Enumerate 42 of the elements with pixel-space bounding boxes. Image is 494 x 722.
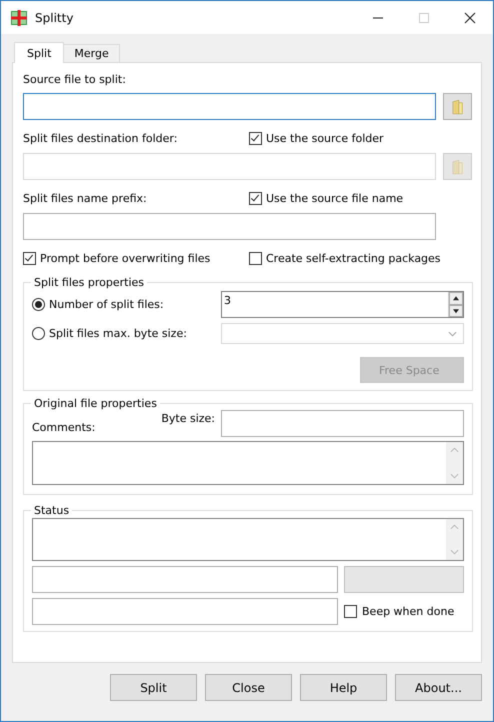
dialog-button[interactable]: Close [205,674,292,701]
field-label: Split files destination folder: [23,132,178,144]
checkbox[interactable]: Create self-extracting packages [249,252,441,264]
tab[interactable]: Split [14,42,64,63]
field-label: Source file to split: [23,73,127,86]
group-title: Original file properties [33,397,158,410]
comments-field[interactable] [32,441,464,485]
caret-down-icon[interactable] [450,549,459,555]
byte-size-dropdown[interactable] [221,323,464,344]
dialog-button[interactable]: Help [300,674,387,701]
status-field[interactable] [32,566,338,593]
group-title: Split files properties [33,276,145,289]
caret-up-icon[interactable] [450,524,459,530]
browse-button[interactable] [443,93,472,120]
radio-button[interactable]: Split files max. byte size: [32,327,187,340]
folder-icon [452,98,464,114]
source-file-field[interactable] [23,93,436,120]
checkbox[interactable]: Beep when done [344,605,454,618]
byte-size-field[interactable] [221,410,464,437]
dialog-button[interactable]: Split [110,674,197,701]
caret-icon [448,330,457,336]
scrollbar[interactable] [446,519,463,560]
dialog-button[interactable]: About... [395,674,482,701]
caret-up-icon[interactable] [450,447,459,453]
caret-down-icon[interactable] [450,473,459,479]
group-title: Status [33,504,70,517]
status-field[interactable] [32,598,338,625]
checkbox[interactable]: Use the source file name [249,192,404,204]
app-icon [11,10,27,26]
tab[interactable]: Merge [63,44,120,62]
radio-button[interactable]: Number of split files: [32,298,164,311]
window-title: Splitty [35,10,74,24]
field-label: Byte size: [161,412,215,425]
browse-button[interactable] [443,153,472,180]
field-label: Split files name prefix: [23,192,147,204]
field-label: Comments: [32,421,96,434]
folder-icon [452,158,464,174]
checkbox[interactable]: Prompt before overwriting files [23,252,210,264]
name-prefix-field[interactable] [23,213,436,240]
split-count-spinner[interactable]: 3 [221,291,464,318]
scrollbar[interactable] [446,442,463,484]
status-log-field[interactable] [32,518,464,561]
